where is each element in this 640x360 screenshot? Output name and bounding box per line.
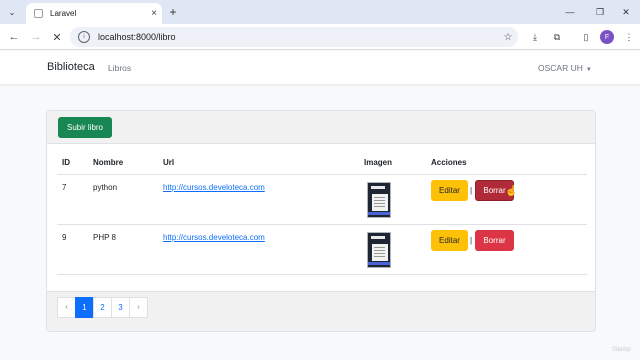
pagination-page-1[interactable]: 1: [75, 297, 94, 318]
row-id: 7: [62, 183, 67, 192]
header-imagen: Imagen: [364, 158, 393, 167]
pagination-page-3[interactable]: 3: [111, 297, 130, 318]
browser-toolbar: ← → ✕ i localhost:8000/libro ☆ ⤓ ⧉ ▯ F ⋮: [0, 24, 640, 50]
bookmark-star-icon[interactable]: ☆: [498, 32, 518, 43]
books-card: Subir libro ID Nombre Url Imagen Accione…: [46, 110, 596, 332]
upload-book-button[interactable]: Subir libro: [58, 117, 112, 138]
extensions-puzzle-icon[interactable]: ⧉: [550, 30, 564, 44]
pagination-page-2[interactable]: 2: [93, 297, 112, 318]
edit-button[interactable]: Editar: [431, 180, 468, 201]
dropdown-caret-icon: ▼: [585, 67, 592, 73]
navbar-brand[interactable]: Biblioteca: [47, 61, 95, 73]
new-tab-plus-icon[interactable]: +: [165, 4, 181, 20]
profile-avatar[interactable]: F: [600, 30, 614, 44]
site-info-icon[interactable]: i: [78, 31, 90, 43]
user-name: OSCAR UH: [538, 63, 583, 73]
row-nombre: python: [93, 183, 118, 192]
row-url-link[interactable]: http://cursos.develoteca.com: [163, 183, 265, 192]
row-nombre: PHP 8: [93, 233, 116, 242]
forward-arrow-icon[interactable]: →: [27, 28, 45, 46]
pagination: ‹ 1 2 3 ›: [57, 297, 148, 318]
table-row: 9 PHP 8 http://cursos.develoteca.com Edi…: [57, 225, 587, 275]
address-url[interactable]: localhost:8000/libro: [98, 32, 498, 42]
tab-close-icon[interactable]: ×: [146, 8, 162, 19]
address-bar[interactable]: i localhost:8000/libro ☆: [70, 27, 518, 47]
tab-search-chevron-icon[interactable]: ⌄: [4, 4, 20, 20]
tab-title: Laravel: [50, 9, 77, 18]
pagination-prev[interactable]: ‹: [57, 297, 76, 318]
action-separator: |: [470, 236, 473, 245]
header-id: ID: [62, 158, 70, 167]
book-cover-image: [367, 232, 391, 268]
browser-menu-icon[interactable]: ⋮: [622, 30, 636, 44]
delete-button[interactable]: Borrar: [475, 230, 514, 251]
book-cover-image: [367, 182, 391, 218]
app-navbar: Biblioteca Libros OSCAR UH ▼: [0, 51, 640, 84]
browser-tab[interactable]: Laravel ×: [26, 3, 162, 24]
header-nombre: Nombre: [93, 158, 124, 167]
minimize-icon[interactable]: —: [556, 2, 584, 22]
browser-tabstrip: ⌄ Laravel × + — ❐ ✕: [0, 0, 640, 24]
window-close-icon[interactable]: ✕: [612, 2, 640, 22]
back-arrow-icon[interactable]: ←: [5, 28, 23, 46]
row-id: 9: [62, 233, 67, 242]
mouse-pointer-icon: ☝: [505, 186, 518, 197]
table-header-row: ID Nombre Url Imagen Acciones: [57, 151, 587, 175]
user-dropdown[interactable]: OSCAR UH ▼: [538, 63, 592, 73]
pagination-next[interactable]: ›: [129, 297, 148, 318]
restore-icon[interactable]: ❐: [586, 2, 614, 22]
row-url-link[interactable]: http://cursos.develoteca.com: [163, 233, 265, 242]
page-favicon-icon: [34, 9, 43, 18]
header-url: Url: [163, 158, 175, 167]
header-acciones: Acciones: [431, 158, 467, 167]
card-footer: ‹ 1 2 3 ›: [47, 291, 595, 331]
stop-loading-icon[interactable]: ✕: [48, 28, 66, 46]
nav-link-libros[interactable]: Libros: [108, 63, 131, 73]
download-icon[interactable]: ⤓: [528, 30, 542, 44]
watermark: Sitemp: [612, 347, 631, 353]
edit-button[interactable]: Editar: [431, 230, 468, 251]
table-row: 7 python http://cursos.develoteca.com Ed…: [57, 175, 587, 225]
side-panel-icon[interactable]: ▯: [579, 30, 593, 44]
card-header: Subir libro: [47, 111, 595, 144]
action-separator: |: [470, 186, 473, 195]
